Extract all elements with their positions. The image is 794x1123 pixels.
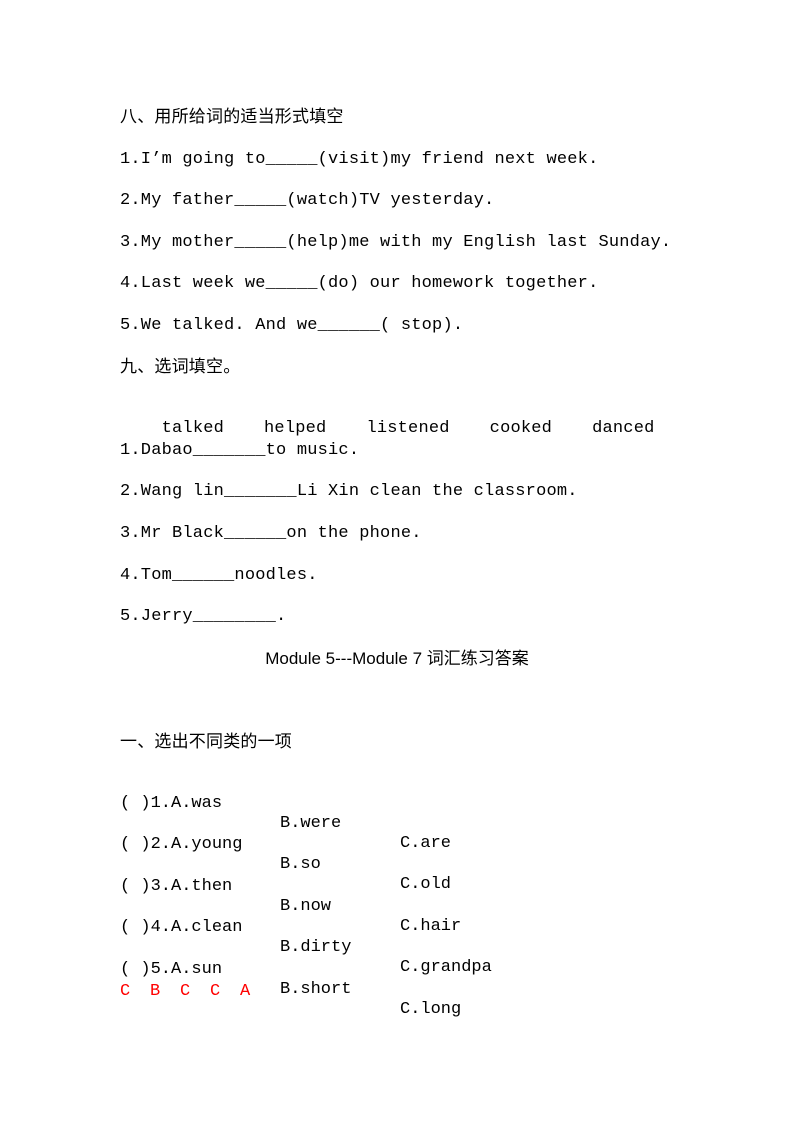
option-c: C.long [400,1000,462,1019]
option-c: C.hair [400,917,462,936]
answer-key-title: Module 5---Module 7 词汇练习答案 [265,649,529,668]
answer-letter: C [210,982,221,1001]
section-1-heading: 一、选出不同类的一项 [120,732,292,752]
section-8-item-1: 1.I’m going to_____(visit)my friend next… [120,150,599,169]
option-b: B.short [280,980,352,999]
option-b: B.dirty [280,938,352,957]
section-8-item-3: 3.My mother_____(help)me with my English… [120,233,672,252]
word-bank-item: listened [366,419,450,438]
option-b: B.were [280,814,342,833]
section-9-heading: 九、选词填空。 [120,357,241,377]
option-b: B.so [280,855,321,874]
section-8-item-2: 2.My father_____(watch)TV yesterday. [120,191,495,210]
word-bank-item: talked [161,419,225,438]
option-a: ( )1.A.was [120,794,223,813]
section-9-item-4: 4.Tom______noodles. [120,566,318,585]
option-a: ( )3.A.then [120,877,233,896]
word-bank-item: helped [264,419,327,438]
answer-key: CBCCA [120,982,270,1002]
section-8-heading: 八、用所给词的适当形式填空 [120,107,344,127]
option-a: ( )5.A.sun [120,960,223,979]
section-8-item-5: 5.We talked. And we______( stop). [120,316,464,335]
document-page: 八、用所给词的适当形式填空 1.I’m going to_____(visit)… [0,0,794,1123]
option-c: C.grandpa [400,958,492,977]
section-9-item-5: 5.Jerry________. [120,607,287,626]
word-bank-item: cooked [489,419,553,438]
section-9-item-1: 1.Dabao_______to music. [120,441,360,460]
section-9-item-2: 2.Wang lin_______Li Xin clean the classr… [120,482,578,501]
section-8-item-4: 4.Last week we_____(do) our homework tog… [120,274,599,293]
option-a: ( )4.A.clean [120,918,243,937]
answer-letter: C [120,982,131,1001]
option-a: ( )2.A.young [120,835,243,854]
answer-letter: B [150,982,161,1001]
option-c: C.are [400,834,452,853]
option-b: B.now [280,897,332,916]
section-9-item-3: 3.Mr Black______on the phone. [120,524,422,543]
option-c: C.old [400,875,452,894]
answer-letter: C [180,982,191,1001]
word-bank-item: danced [592,419,655,438]
answer-letter: A [240,982,251,1001]
